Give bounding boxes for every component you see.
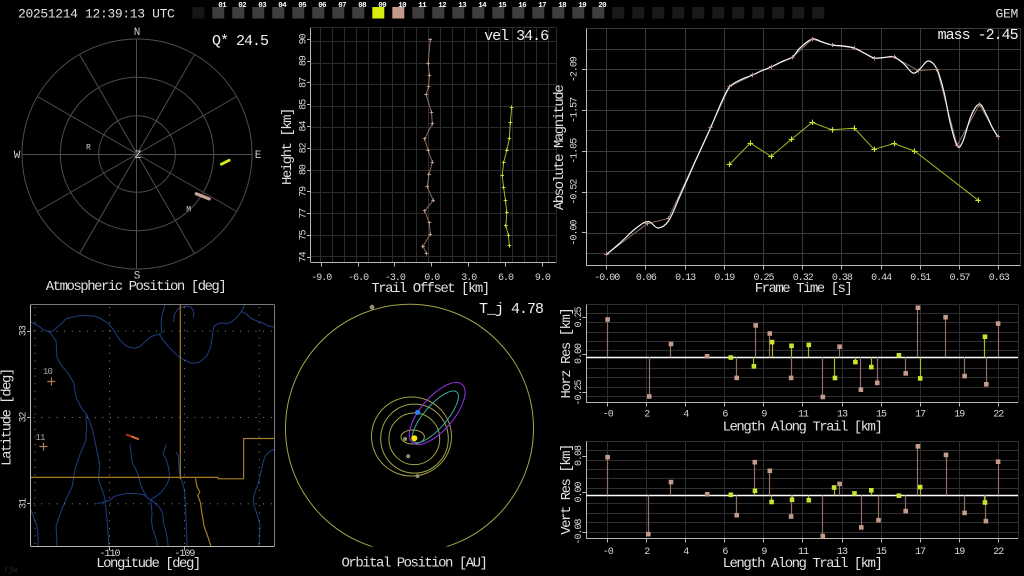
svg-text:Frame Time [s]: Frame Time [s] xyxy=(755,281,852,297)
svg-text:22: 22 xyxy=(993,410,1004,421)
svg-text:-1.57: -1.57 xyxy=(570,97,581,123)
svg-text:82: 82 xyxy=(299,142,310,153)
svg-text:0.06: 0.06 xyxy=(636,273,657,284)
svg-text:07: 07 xyxy=(338,2,346,10)
svg-text:17: 17 xyxy=(915,547,926,558)
svg-text:0.00: 0.00 xyxy=(574,343,585,364)
svg-text:9.0: 9.0 xyxy=(535,273,551,284)
svg-text:01: 01 xyxy=(218,2,227,10)
svg-text:-1.05: -1.05 xyxy=(570,138,581,164)
svg-text:-2.09: -2.09 xyxy=(570,56,581,82)
svg-text:77: 77 xyxy=(299,208,310,219)
svg-text:89: 89 xyxy=(299,55,310,66)
svg-text:87: 87 xyxy=(299,77,310,88)
svg-text:15: 15 xyxy=(498,2,507,10)
svg-text:Length Along Trail [km]: Length Along Trail [km] xyxy=(723,556,882,572)
svg-text:16: 16 xyxy=(518,2,527,10)
svg-text:17: 17 xyxy=(538,2,546,10)
svg-text:W: W xyxy=(14,150,21,162)
svg-text:0.08: 0.08 xyxy=(574,445,585,466)
svg-text:-0.00: -0.00 xyxy=(570,220,581,246)
svg-text:33: 33 xyxy=(19,325,30,336)
svg-text:09: 09 xyxy=(378,2,387,10)
svg-text:14: 14 xyxy=(478,2,487,10)
svg-text:79: 79 xyxy=(299,186,310,197)
svg-text:Absolute Magnitude: Absolute Magnitude xyxy=(552,85,568,210)
svg-text:03: 03 xyxy=(258,2,267,10)
svg-text:06: 06 xyxy=(318,2,327,10)
svg-text:-0.00: -0.00 xyxy=(594,273,620,284)
svg-text:N: N xyxy=(134,27,141,39)
svg-text:31: 31 xyxy=(19,498,30,509)
svg-text:Length Along Trail [km]: Length Along Trail [km] xyxy=(723,420,882,436)
svg-text:vel 34.6: vel 34.6 xyxy=(484,28,549,45)
svg-text:0.25: 0.25 xyxy=(574,307,585,328)
svg-text:19: 19 xyxy=(954,547,965,558)
svg-text:19: 19 xyxy=(954,410,965,421)
svg-text:05: 05 xyxy=(298,2,307,10)
svg-text:20: 20 xyxy=(598,2,607,10)
svg-text:0.19: 0.19 xyxy=(714,273,735,284)
svg-text:22: 22 xyxy=(993,547,1004,558)
svg-text:90: 90 xyxy=(299,33,310,44)
svg-text:Vert Res [km]: Vert Res [km] xyxy=(559,445,575,535)
svg-text:0.63: 0.63 xyxy=(989,273,1010,284)
svg-text:-6.0: -6.0 xyxy=(348,273,369,284)
svg-text:20251214 12:39:13 UTC: 20251214 12:39:13 UTC xyxy=(18,7,175,22)
svg-text:-9.0: -9.0 xyxy=(311,273,332,284)
svg-text:Horz Res [km]: Horz Res [km] xyxy=(559,309,575,399)
svg-text:Height [km]: Height [km] xyxy=(280,109,296,185)
svg-text:18: 18 xyxy=(558,2,567,10)
svg-text:10: 10 xyxy=(43,367,53,377)
svg-text:E: E xyxy=(255,150,262,162)
svg-text:32: 32 xyxy=(19,412,30,423)
svg-text:-0.25: -0.25 xyxy=(574,380,585,406)
svg-text:T_j 4.78: T_j 4.78 xyxy=(479,301,544,318)
svg-text:04: 04 xyxy=(278,2,287,10)
svg-text:Latitude [deg]: Latitude [deg] xyxy=(0,369,16,466)
svg-text:12: 12 xyxy=(438,2,447,10)
svg-text:0.51: 0.51 xyxy=(910,273,931,284)
svg-text:Trail Offset [km]: Trail Offset [km] xyxy=(371,281,488,297)
svg-text:Orbital Position [AU]: Orbital Position [AU] xyxy=(342,556,487,572)
svg-text:02: 02 xyxy=(238,2,247,10)
svg-text:M: M xyxy=(186,206,191,215)
svg-text:75: 75 xyxy=(299,230,310,241)
svg-text:Atmospheric Position [deg]: Atmospheric Position [deg] xyxy=(46,279,225,295)
svg-text:Z: Z xyxy=(135,150,142,162)
svg-text:6.0: 6.0 xyxy=(498,273,514,284)
svg-text:0.44: 0.44 xyxy=(871,273,892,284)
svg-text:rjw: rjw xyxy=(4,566,18,575)
svg-text:-0: -0 xyxy=(603,547,614,558)
svg-text:mass -2.45: mass -2.45 xyxy=(938,27,1019,44)
svg-text:85: 85 xyxy=(299,99,310,110)
svg-text:-0: -0 xyxy=(603,410,614,421)
svg-text:19: 19 xyxy=(578,2,587,10)
svg-text:17: 17 xyxy=(915,410,926,421)
svg-text:Longitude [deg]: Longitude [deg] xyxy=(96,556,200,572)
svg-text:R: R xyxy=(86,144,91,153)
svg-text:74: 74 xyxy=(299,251,310,262)
svg-text:80: 80 xyxy=(299,164,310,175)
svg-text:0.00: 0.00 xyxy=(574,482,585,503)
svg-text:84: 84 xyxy=(299,121,310,132)
svg-text:11: 11 xyxy=(35,433,45,443)
svg-text:08: 08 xyxy=(358,2,367,10)
svg-text:13: 13 xyxy=(458,2,467,10)
svg-text:GEM: GEM xyxy=(995,7,1018,22)
svg-text:11: 11 xyxy=(418,2,427,10)
svg-text:10: 10 xyxy=(398,2,407,10)
svg-text:Q* 24.5: Q* 24.5 xyxy=(212,33,269,50)
svg-text:0.13: 0.13 xyxy=(675,273,696,284)
svg-text:0.57: 0.57 xyxy=(949,273,970,284)
svg-text:-0.08: -0.08 xyxy=(574,519,585,545)
svg-text:-0.52: -0.52 xyxy=(570,179,581,205)
